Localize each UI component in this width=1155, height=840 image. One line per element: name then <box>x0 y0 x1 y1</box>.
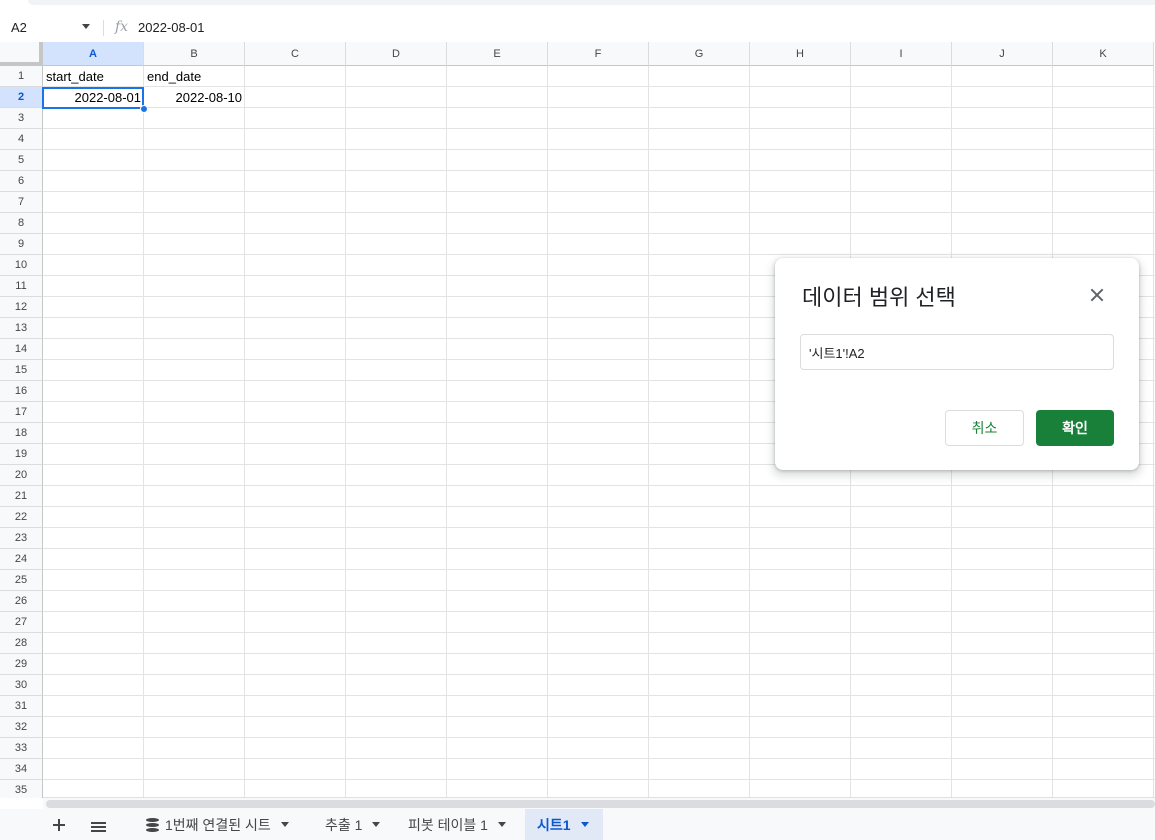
row-header-26[interactable]: 26 <box>0 591 43 612</box>
row-header-27[interactable]: 27 <box>0 612 43 633</box>
row-header-34[interactable]: 34 <box>0 759 43 780</box>
row-header-28[interactable]: 28 <box>0 633 43 654</box>
row-header-15[interactable]: 15 <box>0 360 43 381</box>
horizontal-scrollbar[interactable] <box>43 797 1155 809</box>
sheet-tab-label: 추출 1 <box>325 816 363 833</box>
database-icon <box>146 817 159 832</box>
row-header-4[interactable]: 4 <box>0 129 43 150</box>
scrollbar-thumb[interactable] <box>46 800 1155 808</box>
all-sheets-menu-icon[interactable] <box>91 822 106 833</box>
row-header-31[interactable]: 31 <box>0 696 43 717</box>
cancel-button[interactable]: 취소 <box>945 410 1024 446</box>
column-header-e[interactable]: E <box>447 42 548 66</box>
sheet-tab-label: 피봇 테이블 1 <box>408 816 488 833</box>
fill-handle[interactable] <box>140 105 148 113</box>
row-header-11[interactable]: 11 <box>0 276 43 297</box>
add-sheet-icon[interactable] <box>51 817 67 833</box>
column-header-k[interactable]: K <box>1053 42 1154 66</box>
selection-outline <box>42 87 144 109</box>
row-header-13[interactable]: 13 <box>0 318 43 339</box>
divider <box>103 20 104 36</box>
row-header-18[interactable]: 18 <box>0 423 43 444</box>
row-header-22[interactable]: 22 <box>0 507 43 528</box>
formula-bar: A2 fx 2022-08-01 <box>0 14 1155 42</box>
cell-b1[interactable]: end_date <box>144 66 245 87</box>
row-header-8[interactable]: 8 <box>0 213 43 234</box>
row-header-6[interactable]: 6 <box>0 171 43 192</box>
column-header-f[interactable]: F <box>548 42 649 66</box>
row-header-1[interactable]: 1 <box>0 66 43 87</box>
chevron-down-icon[interactable] <box>580 822 589 827</box>
row-header-12[interactable]: 12 <box>0 297 43 318</box>
row-header-17[interactable]: 17 <box>0 402 43 423</box>
row-header-5[interactable]: 5 <box>0 150 43 171</box>
sheet-tab-pivot[interactable]: 피봇 테이블 1 <box>398 809 524 840</box>
column-header-c[interactable]: C <box>245 42 346 66</box>
name-box[interactable]: A2 <box>0 14 102 42</box>
column-header-h[interactable]: H <box>750 42 851 66</box>
row-header-29[interactable]: 29 <box>0 654 43 675</box>
sheet-tab-connected[interactable]: 1번째 연결된 시트 <box>135 809 310 840</box>
row-header-30[interactable]: 30 <box>0 675 43 696</box>
row-header-16[interactable]: 16 <box>0 381 43 402</box>
name-box-ref: A2 <box>11 20 27 35</box>
confirm-button[interactable]: 확인 <box>1036 410 1114 446</box>
column-header-d[interactable]: D <box>346 42 447 66</box>
sheet-tab-label: 1번째 연결된 시트 <box>165 816 271 833</box>
row-header-2[interactable]: 2 <box>0 87 43 108</box>
toolbar-edge <box>28 0 1155 5</box>
column-header-g[interactable]: G <box>649 42 750 66</box>
row-header-24[interactable]: 24 <box>0 549 43 570</box>
top-strip <box>0 0 1155 8</box>
range-input[interactable] <box>800 334 1114 370</box>
column-header-j[interactable]: J <box>952 42 1053 66</box>
column-header-i[interactable]: I <box>851 42 952 66</box>
row-header-23[interactable]: 23 <box>0 528 43 549</box>
chevron-down-icon[interactable] <box>280 822 289 827</box>
row-header-35[interactable]: 35 <box>0 780 43 798</box>
row-header-7[interactable]: 7 <box>0 192 43 213</box>
row-header-10[interactable]: 10 <box>0 255 43 276</box>
sheet-tab-sheet1[interactable]: 시트1 <box>525 809 603 840</box>
row-header-25[interactable]: 25 <box>0 570 43 591</box>
row-header-32[interactable]: 32 <box>0 717 43 738</box>
chevron-down-icon[interactable] <box>372 822 381 827</box>
row-header-19[interactable]: 19 <box>0 444 43 465</box>
column-header-a[interactable]: A <box>43 42 144 66</box>
fx-icon: fx <box>115 19 129 35</box>
sheet-tab-extract[interactable]: 추출 1 <box>314 809 396 840</box>
cell-b2[interactable]: 2022-08-10 <box>144 87 245 108</box>
formula-input[interactable]: 2022-08-01 <box>138 20 205 35</box>
row-header-3[interactable]: 3 <box>0 108 43 129</box>
sheet-tab-label: 시트1 <box>537 816 571 833</box>
cell-a1[interactable]: start_date <box>43 66 144 87</box>
column-header-b[interactable]: B <box>144 42 245 66</box>
row-header-9[interactable]: 9 <box>0 234 43 255</box>
row-header-21[interactable]: 21 <box>0 486 43 507</box>
row-header-33[interactable]: 33 <box>0 738 43 759</box>
row-header-20[interactable]: 20 <box>0 465 43 486</box>
row-header-14[interactable]: 14 <box>0 339 43 360</box>
chevron-down-icon[interactable] <box>497 822 506 827</box>
close-icon[interactable] <box>1088 286 1106 304</box>
dialog-title: 데이터 범위 선택 <box>802 285 956 310</box>
select-all-corner[interactable] <box>0 42 43 66</box>
sheet-tab-bar: 1번째 연결된 시트 추출 1 피봇 테이블 1 시트1 <box>0 809 1155 840</box>
chevron-down-icon[interactable] <box>82 24 90 29</box>
select-data-range-dialog: 데이터 범위 선택 취소 확인 <box>775 258 1139 470</box>
